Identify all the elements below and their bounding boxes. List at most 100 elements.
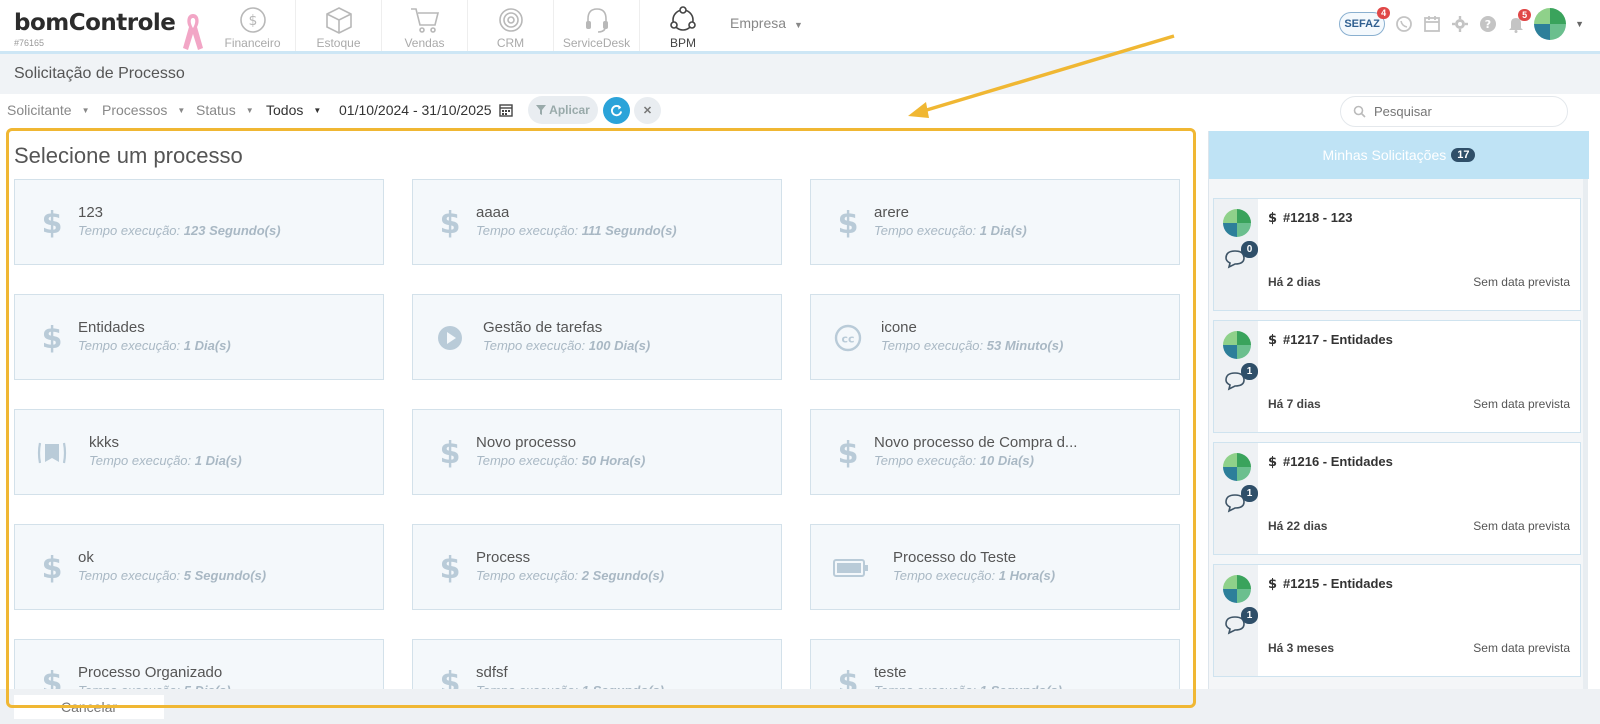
filter-status[interactable]: Status ▼ [196, 102, 254, 118]
request-title-text: #1217 - Entidades [1283, 332, 1393, 347]
process-card[interactable]: kkks Tempo execução: 1 Dia(s) [14, 409, 384, 495]
sefaz-button[interactable]: SEFAZ 4 [1339, 7, 1391, 36]
comment-count: 1 [1241, 607, 1258, 624]
comment-count: 1 [1241, 485, 1258, 502]
close-icon: ✕ [642, 105, 653, 117]
process-card[interactable]: cc icone Tempo execução: 53 Minuto(s) [810, 294, 1180, 380]
dollar-icon: $ [837, 205, 859, 241]
process-card[interactable]: $ Novo processo de Compra d... Tempo execu… [810, 409, 1180, 495]
request-card[interactable]: 0 $ #1218 - 123 Há 2 dias Sem data prevista [1213, 198, 1581, 311]
search-icon [1353, 105, 1366, 118]
comment-count: 0 [1241, 241, 1258, 258]
time-prefix: Tempo execução: [476, 453, 579, 468]
process-time: Tempo execução: 111 Segundo(s) [476, 223, 677, 238]
empresa-dropdown[interactable]: Empresa ▼ [730, 15, 803, 31]
filter-todos[interactable]: Todos ▼ [266, 102, 321, 118]
filter-processos-label: Processos [102, 102, 168, 118]
process-card[interactable]: $123 Tempo execução: 123 Segundo(s) [14, 179, 384, 265]
section-heading: Selecione um processo [14, 143, 243, 168]
filter-processos[interactable]: Processos ▼ [102, 102, 185, 118]
filter-solicitante[interactable]: Solicitante ▼ [7, 102, 90, 118]
module-vendas[interactable]: Vendas [382, 0, 468, 51]
request-card[interactable]: 1 $ #1216 - Entidades Há 22 dias Sem data pr… [1213, 442, 1581, 555]
process-card[interactable]: $ aaaa Tempo execução: 111 Segundo(s) [412, 179, 782, 265]
process-time: Tempo execução: 10 Dia(s) [874, 453, 1034, 468]
module-label: ServiceDesk [562, 36, 631, 50]
process-time: Tempo execução: 123 Segundo(s) [78, 223, 281, 238]
box-icon [324, 5, 354, 35]
request-title-text: #1215 - Entidades [1283, 576, 1393, 591]
chevron-down-icon: ▼ [81, 106, 90, 115]
time-prefix: Tempo execução: [874, 223, 977, 238]
process-time: Tempo execução: 1 Dia(s) [874, 223, 1027, 238]
footer-bar: Cancelar [0, 689, 1600, 724]
time-value: 10 Dia(s) [979, 453, 1034, 468]
bell-icon[interactable]: 5 [1506, 8, 1532, 34]
module-financeiro[interactable]: $ Financeiro [210, 0, 296, 51]
time-value: 1 Dia(s) [183, 338, 231, 353]
avatar [1223, 209, 1251, 237]
header-actions: SEFAZ 4 ? 5 ▼ [1339, 7, 1584, 40]
gear-icon[interactable] [1450, 15, 1469, 34]
my-requests-title: Minhas Solicitações [1322, 147, 1447, 163]
search-box[interactable] [1340, 96, 1568, 127]
cart-icon [410, 5, 440, 35]
request-age: Há 3 meses [1268, 641, 1335, 655]
creative-commons-icon: cc [833, 321, 863, 355]
process-card[interactable]: $sdfsfTempo execução: 1 Segundo(s) [412, 639, 782, 689]
dollar-icon: $ [1268, 577, 1278, 592]
filter-status-label: Status [196, 102, 236, 118]
module-label: Financeiro [224, 36, 281, 50]
apply-filter-button[interactable]: Aplicar [528, 96, 598, 124]
time-value: 1 Dia(s) [979, 223, 1027, 238]
module-crm[interactable]: CRM [468, 0, 554, 51]
whatsapp-icon[interactable] [1394, 15, 1413, 34]
process-selection-panel: Selecione um processo $123 Tempo execução… [8, 131, 1196, 689]
my-requests-header: Minhas Solicitações 17 [1209, 131, 1589, 179]
search-input[interactable] [1374, 104, 1554, 119]
request-title: $ #1218 - 123 [1268, 210, 1352, 226]
module-servicedesk[interactable]: ServiceDesk [554, 0, 640, 51]
chevron-down-icon: ▼ [794, 20, 803, 30]
process-card[interactable]: Gestão de tarefas Tempo execução: 100 Dia… [412, 294, 782, 380]
date-range-picker[interactable]: 01/10/2024 - 31/10/2025 [339, 102, 514, 118]
chevron-down-icon: ▼ [313, 106, 322, 115]
refresh-button[interactable] [603, 97, 630, 124]
bpm-network-icon [668, 5, 698, 35]
time-value: 100 Dia(s) [588, 338, 651, 353]
user-avatar[interactable] [1534, 8, 1567, 40]
refresh-icon [611, 104, 623, 117]
page-title: Solicitação de Processo [14, 65, 185, 82]
process-card[interactable]: Processo do Teste Tempo execução: 1 Hora(… [810, 524, 1180, 610]
request-age: Há 7 dias [1268, 397, 1321, 411]
module-bpm[interactable]: BPM [640, 0, 726, 51]
process-card[interactable]: $Processo OrganizadoTempo execução: 5 Di… [14, 639, 384, 689]
comment-count: 1 [1241, 363, 1258, 380]
calendar-icon[interactable] [1422, 15, 1441, 34]
time-prefix: Tempo execução: [874, 453, 977, 468]
process-card[interactable]: $ arere Tempo execução: 1 Dia(s) [810, 179, 1180, 265]
help-icon[interactable]: ? [1478, 15, 1497, 34]
request-card[interactable]: 1 $ #1217 - Entidades Há 7 dias Sem data pre… [1213, 320, 1581, 433]
process-card[interactable]: $ Novo processo Tempo execução: 50 Hora(s) [412, 409, 782, 495]
time-value: 123 Segundo(s) [183, 223, 281, 238]
process-time: Tempo execução: 2 Segundo(s) [476, 568, 664, 583]
dollar-icon: $ [41, 205, 63, 241]
dollar-icon: $ [1268, 455, 1278, 470]
process-time: Tempo execução: 1 Dia(s) [78, 338, 231, 353]
time-prefix: Tempo execução: [78, 338, 181, 353]
process-name: icone [881, 319, 917, 336]
dollar-icon: $ [837, 435, 859, 471]
module-estoque[interactable]: Estoque [296, 0, 382, 51]
app-logo[interactable]: bomControle [14, 10, 176, 36]
chevron-down-icon[interactable]: ▼ [1575, 19, 1584, 29]
process-card[interactable]: $testeTempo execução: 1 Segundo(s) [810, 639, 1180, 689]
process-card[interactable]: $ Entidades Tempo execução: 1 Dia(s) [14, 294, 384, 380]
process-card[interactable]: $ Process Tempo execução: 2 Segundo(s) [412, 524, 782, 610]
scrollbar[interactable] [1583, 179, 1588, 689]
clear-filter-button[interactable]: ✕ [634, 97, 661, 124]
avatar [1223, 575, 1251, 603]
process-card[interactable]: $ ok Tempo execução: 5 Segundo(s) [14, 524, 384, 610]
cancel-button[interactable]: Cancelar [14, 695, 164, 719]
request-card[interactable]: 1 $ #1215 - Entidades Há 3 meses Sem data pr… [1213, 564, 1581, 677]
